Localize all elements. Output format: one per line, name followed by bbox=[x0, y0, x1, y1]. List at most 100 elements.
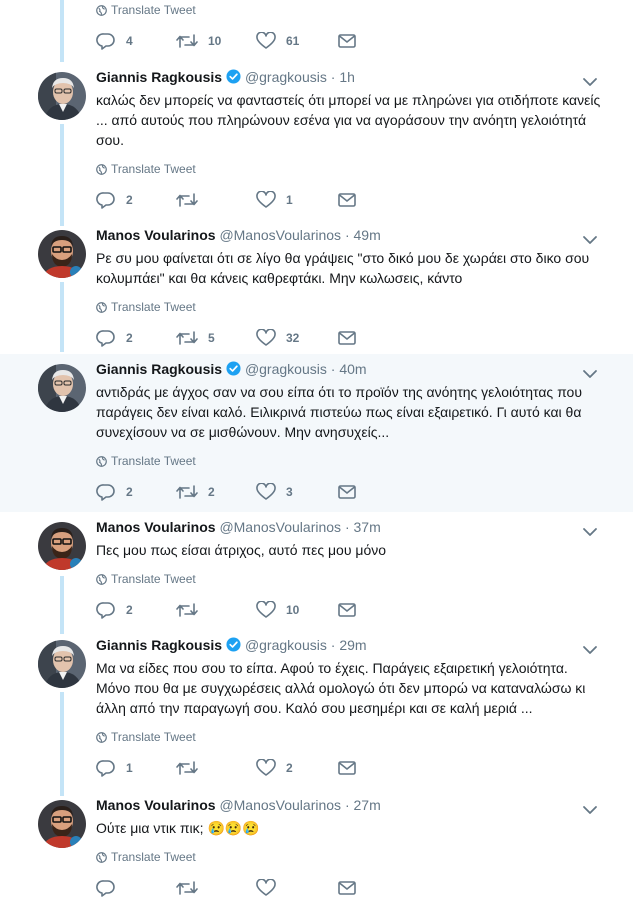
timestamp[interactable]: 40m bbox=[339, 361, 366, 377]
chevron-down-icon[interactable] bbox=[582, 366, 598, 378]
tweet-actions: 12 bbox=[96, 758, 396, 778]
retweet-button[interactable]: 2 bbox=[176, 482, 215, 502]
reply-icon bbox=[96, 601, 116, 619]
tweet-text: αντιδράς με άγχος σαν να σου είπα ότι το… bbox=[96, 384, 582, 440]
retweet-button[interactable] bbox=[176, 600, 208, 620]
retweet-button[interactable] bbox=[176, 758, 208, 778]
chevron-down-icon[interactable] bbox=[582, 642, 598, 654]
avatar[interactable] bbox=[38, 364, 86, 412]
translate-label: Translate Tweet bbox=[111, 3, 196, 17]
timestamp[interactable]: 29m bbox=[339, 637, 366, 653]
reply-button[interactable]: 2 bbox=[96, 482, 133, 502]
reply-count: 4 bbox=[126, 34, 133, 48]
dm-button[interactable] bbox=[338, 328, 356, 348]
retweet-button[interactable]: 5 bbox=[176, 328, 215, 348]
retweet-button[interactable] bbox=[176, 190, 208, 210]
tweet[interactable]: Giannis Ragkousis @gragkousis · 1h καλώς … bbox=[0, 62, 633, 220]
chevron-down-icon[interactable] bbox=[582, 802, 598, 814]
verified-badge-icon bbox=[226, 69, 241, 88]
tweet-actions: 2 2 3 bbox=[96, 482, 396, 502]
separator-dot: · bbox=[326, 69, 340, 85]
like-count: 3 bbox=[286, 485, 293, 499]
reply-count: 2 bbox=[126, 603, 133, 617]
chevron-down-icon[interactable] bbox=[582, 524, 598, 536]
translate-label: Translate Tweet bbox=[111, 300, 196, 314]
timestamp[interactable]: 37m bbox=[354, 519, 381, 535]
retweet-button[interactable]: 10 bbox=[176, 31, 221, 51]
retweet-button[interactable] bbox=[176, 878, 208, 898]
dm-button[interactable] bbox=[338, 600, 356, 620]
like-button[interactable]: 10 bbox=[256, 600, 299, 620]
like-button[interactable]: 3 bbox=[256, 482, 293, 502]
dm-button[interactable] bbox=[338, 878, 356, 898]
reply-button[interactable] bbox=[96, 878, 126, 898]
like-button[interactable]: 2 bbox=[256, 758, 293, 778]
avatar[interactable] bbox=[38, 72, 86, 120]
translate-link[interactable]: Translate Tweet bbox=[96, 454, 196, 470]
tweet-text: Ρε συ μου φαίνεται ότι σε λίγο θα γράψει… bbox=[96, 250, 590, 286]
separator-dot: · bbox=[341, 797, 354, 813]
avatar[interactable] bbox=[38, 640, 86, 688]
timestamp[interactable]: 27m bbox=[354, 797, 381, 813]
like-count: 10 bbox=[286, 603, 300, 617]
translate-link[interactable]: Translate Tweet bbox=[96, 3, 196, 19]
tweet-actions: 4 10 61 bbox=[96, 31, 396, 51]
globe-icon bbox=[96, 164, 107, 178]
tweet-actions: 21 bbox=[96, 190, 396, 210]
like-button[interactable]: 1 bbox=[256, 190, 293, 210]
translate-link[interactable]: Translate Tweet bbox=[96, 572, 196, 588]
retweet-count: 5 bbox=[208, 331, 215, 345]
author-handle[interactable]: @gragkousis bbox=[245, 69, 327, 85]
translate-link[interactable]: Translate Tweet bbox=[96, 162, 196, 178]
author-name[interactable]: Manos Voularinos bbox=[96, 227, 216, 243]
like-count: 1 bbox=[286, 193, 293, 207]
reply-button[interactable]: 2 bbox=[96, 600, 133, 620]
dm-button[interactable] bbox=[338, 482, 356, 502]
reply-button[interactable]: 1 bbox=[96, 758, 133, 778]
author-name[interactable]: Manos Voularinos bbox=[96, 797, 216, 813]
dm-button[interactable] bbox=[338, 758, 356, 778]
reply-icon bbox=[96, 32, 116, 50]
chevron-down-icon[interactable] bbox=[582, 232, 598, 244]
reply-button[interactable]: 2 bbox=[96, 190, 133, 210]
avatar[interactable] bbox=[38, 230, 86, 278]
like-button[interactable] bbox=[256, 878, 286, 898]
dm-button[interactable] bbox=[338, 31, 356, 51]
reply-count: 2 bbox=[126, 485, 133, 499]
dm-button[interactable] bbox=[338, 190, 356, 210]
timestamp[interactable]: 1h bbox=[339, 69, 355, 85]
tweet[interactable]: Manos Voularinos @ManosVoularinos · 27m Ο… bbox=[0, 790, 633, 897]
chevron-down-icon[interactable] bbox=[582, 74, 598, 86]
translate-link[interactable]: Translate Tweet bbox=[96, 850, 196, 866]
separator-dot: · bbox=[341, 519, 354, 535]
author-name[interactable]: Manos Voularinos bbox=[96, 519, 216, 535]
tweet[interactable]: Manos Voularinos @ManosVoularinos · 49m Ρ… bbox=[0, 220, 633, 354]
author-handle[interactable]: @ManosVoularinos bbox=[219, 227, 341, 243]
tweet-actions: 2 10 bbox=[96, 600, 396, 620]
translate-link[interactable]: Translate Tweet bbox=[96, 300, 196, 316]
like-count: 61 bbox=[286, 34, 300, 48]
tweet[interactable]: Giannis Ragkousis @gragkousis · 29m Μα να… bbox=[0, 630, 633, 790]
tweet[interactable]: Giannis Ragkousis @gragkousis · 40m αντιδ… bbox=[0, 354, 633, 512]
tweet-header: Manos Voularinos @ManosVoularinos · 27m bbox=[96, 796, 381, 814]
author-name[interactable]: Giannis Ragkousis bbox=[96, 637, 222, 653]
avatar[interactable] bbox=[38, 522, 86, 570]
author-name[interactable]: Giannis Ragkousis bbox=[96, 69, 222, 85]
globe-icon bbox=[96, 456, 107, 470]
reply-icon bbox=[96, 879, 116, 897]
tweet[interactable]: Manos Voularinos @ManosVoularinos · 37m Π… bbox=[0, 512, 633, 630]
author-handle[interactable]: @ManosVoularinos bbox=[219, 797, 341, 813]
reply-button[interactable]: 4 bbox=[96, 31, 133, 51]
author-handle[interactable]: @gragkousis bbox=[245, 637, 327, 653]
retweet-icon bbox=[176, 32, 198, 50]
avatar[interactable] bbox=[38, 800, 86, 848]
reply-button[interactable]: 2 bbox=[96, 328, 133, 348]
tweet-header: Giannis Ragkousis @gragkousis · 29m bbox=[96, 636, 367, 656]
author-handle[interactable]: @ManosVoularinos bbox=[219, 519, 341, 535]
like-button[interactable]: 61 bbox=[256, 31, 299, 51]
like-button[interactable]: 32 bbox=[256, 328, 299, 348]
translate-link[interactable]: Translate Tweet bbox=[96, 730, 196, 746]
author-handle[interactable]: @gragkousis bbox=[245, 361, 327, 377]
timestamp[interactable]: 49m bbox=[354, 227, 381, 243]
author-name[interactable]: Giannis Ragkousis bbox=[96, 361, 222, 377]
